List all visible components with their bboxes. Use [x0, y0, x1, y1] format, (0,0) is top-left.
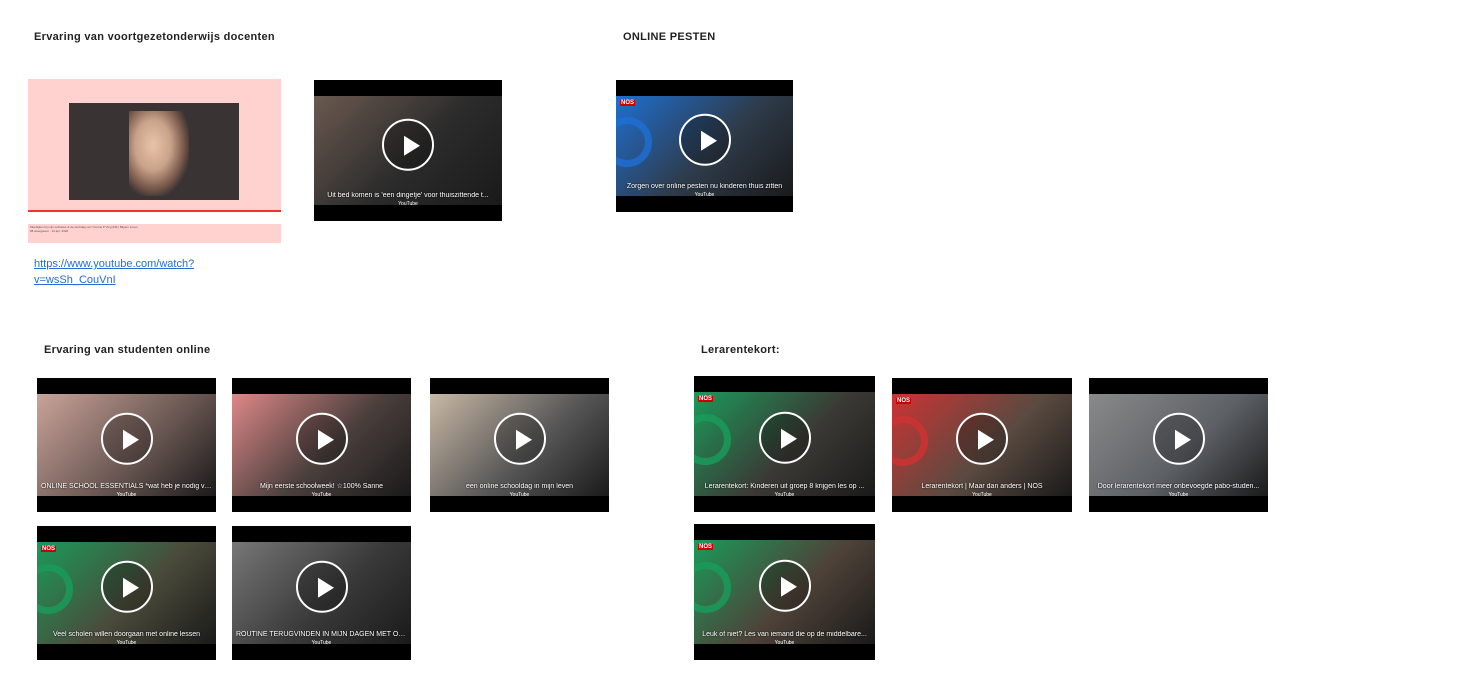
video-title: Zorgen over online pesten nu kinderen th… [626, 183, 783, 190]
play-icon[interactable] [295, 560, 348, 613]
video-source: YouTube [311, 492, 332, 498]
video-source: YouTube [972, 492, 992, 498]
play-icon[interactable] [100, 560, 153, 613]
youtube-link[interactable]: https://www.youtube.com/watch?v=wsSh_Cou… [34, 256, 234, 288]
play-icon[interactable] [758, 411, 811, 464]
video-title: Veel scholen willen doorgaan met online … [52, 631, 201, 638]
nos-logo: NOS [620, 100, 636, 106]
video-embed[interactable]: Door lerarentekort meer onbevoegde pabo-… [1089, 378, 1268, 512]
video-title: een online schooldag in mijn leven [465, 483, 574, 490]
video-source: YouTube [1168, 492, 1189, 498]
video-embed[interactable]: Uit bed komen is 'een dingetje' voor thu… [314, 80, 502, 221]
video-embed[interactable]: Mijn eerste schoolweek! ☆100% Sanne YouTu… [232, 378, 411, 512]
video-title: Lerarentekort: Kinderen uit groep 8 krij… [704, 483, 865, 490]
play-icon[interactable] [956, 412, 1008, 465]
video-title: Door lerarentekort meer onbevoegde pabo-… [1097, 483, 1260, 490]
section-heading-lerarentekort: Lerarentekort: [701, 344, 780, 356]
video-embed[interactable]: NOS Veel scholen willen doorgaan met onli… [37, 526, 216, 660]
play-icon[interactable] [758, 559, 811, 612]
video-title: ONLINE SCHOOL ESSENTIALS *wat heb je nod… [41, 483, 212, 490]
video-source: YouTube [398, 201, 418, 207]
video-source: YouTube [116, 492, 137, 498]
section-heading-students: Ervaring van studenten online [44, 344, 211, 356]
video-source: YouTube [774, 492, 795, 498]
video-frame [69, 103, 239, 200]
video-embed[interactable]: NOS Zorgen over online pesten nu kinderen… [616, 80, 793, 212]
nos-logo: NOS [698, 544, 714, 550]
person-image [129, 111, 189, 196]
video-title: Mijn eerste schoolweek! ☆100% Sanne [259, 483, 383, 490]
nos-logo: NOS [698, 396, 714, 402]
screenshot-caption: Meebijken bij mijn onlineles & de werkda… [30, 225, 137, 233]
video-source: YouTube [311, 640, 332, 646]
video-title: Leuk of niet? Les van iemand die op de m… [702, 631, 867, 638]
play-icon[interactable] [295, 412, 348, 465]
section-heading-teachers: Ervaring van voortgezetonderwijs docente… [34, 31, 275, 43]
video-source: YouTube [694, 192, 715, 198]
youtube-screenshot-image: Meebijken bij mijn onlineles & de werkda… [28, 79, 281, 243]
nos-logo: NOS [896, 398, 912, 404]
video-embed[interactable]: een online schooldag in mijn leven YouTub… [430, 378, 609, 512]
screenshot-views: 68 weergaven · 13 apr. 2020 [30, 229, 69, 233]
video-title: Uit bed komen is 'een dingetje' voor thu… [327, 192, 489, 199]
play-icon[interactable] [100, 412, 153, 465]
video-title: ROUTINE TERUGVINDEN IN MIJN DAGEN MET ON… [236, 631, 407, 638]
video-source: YouTube [509, 492, 530, 498]
play-icon[interactable] [1152, 412, 1205, 465]
video-source: YouTube [116, 640, 137, 646]
video-title: Lerarentekort | Maar dan anders | NOS [921, 483, 1043, 490]
play-icon[interactable] [678, 113, 731, 166]
video-progress-bar [28, 210, 281, 224]
video-source: YouTube [774, 640, 795, 646]
video-embed[interactable]: NOS Leuk of niet? Les van iemand die op d… [694, 524, 875, 660]
video-embed[interactable]: NOS Lerarentekort | Maar dan anders | NOS… [892, 378, 1072, 512]
nos-logo: NOS [41, 546, 57, 552]
section-heading-online-pesten: ONLINE PESTEN [623, 31, 716, 43]
play-icon[interactable] [382, 118, 434, 171]
video-embed[interactable]: NOS Lerarentekort: Kinderen uit groep 8 k… [694, 376, 875, 512]
video-embed[interactable]: ONLINE SCHOOL ESSENTIALS *wat heb je nod… [37, 378, 216, 512]
video-embed[interactable]: ROUTINE TERUGVINDEN IN MIJN DAGEN MET ON… [232, 526, 411, 660]
play-icon[interactable] [493, 412, 546, 465]
